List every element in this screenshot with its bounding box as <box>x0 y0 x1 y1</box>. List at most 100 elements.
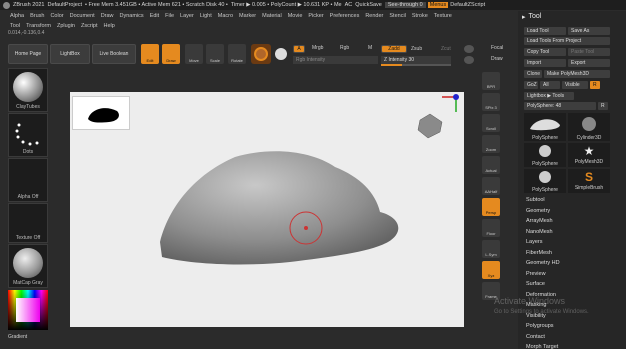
import-button[interactable]: Import <box>524 59 566 67</box>
make-polymesh3d-button[interactable]: Make PolyMesh3D <box>544 70 610 78</box>
menu-draw[interactable]: Draw <box>101 13 114 19</box>
copy-tool-button[interactable]: Copy Tool <box>524 48 566 56</box>
color-picker[interactable] <box>8 290 48 330</box>
shelf-actual[interactable]: Actual <box>482 156 500 174</box>
menu-macro[interactable]: Macro <box>218 13 233 19</box>
a-toggle[interactable]: A <box>293 45 305 53</box>
tool-thumb-polysphere-2[interactable]: PolySphere <box>524 143 566 167</box>
menus-button[interactable]: Menus <box>427 2 449 8</box>
tool-thumb-polymesh3d[interactable]: ★ PolyMesh3D <box>568 143 610 167</box>
zadd-toggle[interactable]: Zadd <box>381 45 407 53</box>
visible-button[interactable]: Visible <box>562 81 588 89</box>
ac-button[interactable]: AC <box>345 2 353 8</box>
menu-stencil[interactable]: Stencil <box>389 13 406 19</box>
polysphere-slider[interactable]: PolySphere: 48 <box>524 102 596 110</box>
menu-color[interactable]: Color <box>50 13 63 19</box>
menu-brush[interactable]: Brush <box>30 13 44 19</box>
all-button[interactable]: All <box>540 81 560 89</box>
submenu-surface[interactable]: Surface <box>526 281 545 287</box>
r-button[interactable]: R <box>590 81 600 89</box>
rgb-intensity-slider[interactable]: Rgb Intensity <box>293 56 378 64</box>
draw-size-label[interactable]: Draw <box>491 56 503 62</box>
submenu-polygroups[interactable]: Polygroups <box>526 323 554 329</box>
submenu-fibermesh[interactable]: FiberMesh <box>526 250 552 256</box>
zcut-toggle[interactable]: Zcut <box>441 46 451 52</box>
menu-document[interactable]: Document <box>70 13 95 19</box>
menu-zscript[interactable]: Zscript <box>81 23 98 29</box>
submenu-preview[interactable]: Preview <box>526 271 546 277</box>
brush-selector[interactable]: ClayTubes <box>8 68 48 112</box>
submenu-subtool[interactable]: Subtool <box>526 197 545 203</box>
clone-button[interactable]: Clone <box>524 70 542 78</box>
shelf-aahalf[interactable]: AAHalf <box>482 177 500 195</box>
menu-movie[interactable]: Movie <box>288 13 303 19</box>
tool-palette-header[interactable]: ▸ Tool <box>518 11 626 22</box>
r-button-2[interactable]: R <box>598 102 608 110</box>
submenu-nanomesh[interactable]: NanoMesh <box>526 229 553 235</box>
menu-tool[interactable]: Tool <box>10 23 20 29</box>
menu-alpha[interactable]: Alpha <box>10 13 24 19</box>
submenu-geometry[interactable]: Geometry <box>526 208 550 214</box>
see-through-slider[interactable]: See-through 0 <box>384 2 426 8</box>
color-sphere-icon[interactable] <box>275 48 287 60</box>
move-mode-button[interactable]: Move <box>185 44 203 64</box>
edit-mode-button[interactable]: Edit <box>141 44 159 64</box>
menu-texture[interactable]: Texture <box>434 13 452 19</box>
material-selector[interactable]: MatCap Gray <box>8 244 48 288</box>
quicksave-button[interactable]: QuickSave <box>355 2 382 8</box>
shelf-xyz[interactable]: Xyz <box>482 261 500 279</box>
submenu-contact[interactable]: Contact <box>526 334 545 340</box>
menu-help[interactable]: Help <box>104 23 115 29</box>
alpha-selector[interactable]: Alpha Off <box>8 158 48 202</box>
z-intensity-slider[interactable]: Z Intensity 30 <box>381 56 451 64</box>
menu-material[interactable]: Material <box>262 13 282 19</box>
lightbox-tools-button[interactable]: Lightbox ▶ Tools <box>524 92 574 100</box>
shelf-floor[interactable]: Floor <box>482 219 500 237</box>
orientation-head-icon[interactable] <box>417 113 443 139</box>
menu-zplugin[interactable]: Zplugin <box>57 23 75 29</box>
save-as-button[interactable]: Save As <box>568 27 610 35</box>
focal-shift-label[interactable]: Focal <box>491 45 503 51</box>
document-canvas[interactable] <box>70 92 464 327</box>
live-boolean-button[interactable]: Live Boolean <box>92 44 136 64</box>
submenu-arraymesh[interactable]: ArrayMesh <box>526 218 553 224</box>
home-page-button[interactable]: Home Page <box>8 44 48 64</box>
shelf-zoom[interactable]: Zoom <box>482 135 500 153</box>
submenu-layers[interactable]: Layers <box>526 239 543 245</box>
tool-thumb-polysphere[interactable]: PolySphere <box>524 113 566 141</box>
shelf-spix-3[interactable]: SPix 3 <box>482 93 500 111</box>
draw-mode-button[interactable]: Draw <box>162 44 180 64</box>
load-tools-from-project-button[interactable]: Load Tools From Project <box>524 37 610 45</box>
tool-thumb-polysphere-3[interactable]: PolySphere <box>524 169 566 193</box>
paste-tool-button[interactable]: Paste Tool <box>568 48 610 56</box>
zsub-toggle[interactable]: Zsub <box>411 46 422 52</box>
shelf-bpr[interactable]: BPR <box>482 72 500 90</box>
scale-mode-button[interactable]: Scale <box>206 44 224 64</box>
submenu-morph-target[interactable]: Morph Target <box>526 344 558 349</box>
material-swatch-button[interactable] <box>251 44 271 64</box>
menu-preferences[interactable]: Preferences <box>330 13 360 19</box>
shelf-persp[interactable]: Persp <box>482 198 500 216</box>
submenu-geometry-hd[interactable]: Geometry HD <box>526 260 560 266</box>
tool-thumb-simplebrush[interactable]: S SimpleBrush <box>568 169 610 193</box>
m-toggle[interactable]: M <box>368 45 372 51</box>
rgb-toggle[interactable]: Rgb <box>340 45 349 51</box>
menu-file[interactable]: File <box>165 13 174 19</box>
load-tool-button[interactable]: Load Tool <box>524 27 566 35</box>
export-button[interactable]: Export <box>568 59 610 67</box>
default-zscript-button[interactable]: DefaultZScript <box>450 2 485 8</box>
stroke-selector[interactable]: Dots <box>8 113 48 157</box>
goz-button[interactable]: GoZ <box>524 81 538 89</box>
menu-picker[interactable]: Picker <box>308 13 323 19</box>
shelf-l-sym[interactable]: L.Sym <box>482 240 500 258</box>
menu-stroke[interactable]: Stroke <box>412 13 428 19</box>
texture-selector[interactable]: Texture Off <box>8 203 48 243</box>
menu-marker[interactable]: Marker <box>239 13 256 19</box>
menu-edit[interactable]: Edit <box>150 13 159 19</box>
shelf-scroll[interactable]: Scroll <box>482 114 500 132</box>
menu-dynamics[interactable]: Dynamics <box>120 13 144 19</box>
tool-thumb-cylinder3d[interactable]: Cylinder3D <box>568 113 610 141</box>
menu-render[interactable]: Render <box>365 13 383 19</box>
color-picker-square[interactable] <box>16 298 40 322</box>
rotate-mode-button[interactable]: Rotate <box>228 44 246 64</box>
